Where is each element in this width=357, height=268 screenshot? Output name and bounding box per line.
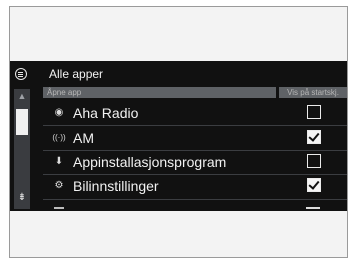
list-item-label: Bilinnstillinger <box>73 178 159 194</box>
app-list-screen: Alle apper Åpne app Vis på startskj. ▲ ⇟… <box>10 61 347 211</box>
show-checkbox[interactable] <box>307 178 321 192</box>
app-installer-icon: ⬇ <box>54 156 64 167</box>
divider <box>43 199 347 200</box>
list-item-label: Appinstallasjonsprogram <box>73 154 227 170</box>
menu-icon[interactable] <box>15 68 27 80</box>
show-checkbox[interactable] <box>307 105 321 119</box>
am-radio-icon: ((·)) <box>52 133 66 142</box>
car-settings-icon: ⚙ <box>54 180 64 191</box>
partial-row-icon <box>54 207 64 209</box>
show-checkbox[interactable] <box>307 154 321 168</box>
list-item[interactable]: ((·)) AM <box>43 126 347 150</box>
column-header-app: Åpne app <box>43 87 276 98</box>
scroll-thumb[interactable] <box>16 109 28 135</box>
scroll-down-icon[interactable]: ⇟ <box>16 192 28 204</box>
column-header-show: Vis på startskj. <box>279 87 347 98</box>
list-item[interactable]: ◉ Aha Radio <box>43 101 347 125</box>
header: Alle apper <box>10 65 347 85</box>
scrollbar[interactable]: ▲ ⇟ <box>14 89 30 209</box>
list-item-label: Aha Radio <box>73 105 139 121</box>
list-item[interactable]: ⬇ Appinstallasjonsprogram <box>43 150 347 174</box>
partial-row-checkbox <box>306 207 320 209</box>
scroll-up-icon[interactable]: ▲ <box>16 91 28 101</box>
list-item[interactable]: ⚙ Bilinnstillinger <box>43 174 347 198</box>
show-checkbox[interactable] <box>307 130 321 144</box>
aha-icon: ◉ <box>54 107 64 118</box>
page-title: Alle apper <box>49 67 104 81</box>
list-item-label: AM <box>73 130 94 146</box>
